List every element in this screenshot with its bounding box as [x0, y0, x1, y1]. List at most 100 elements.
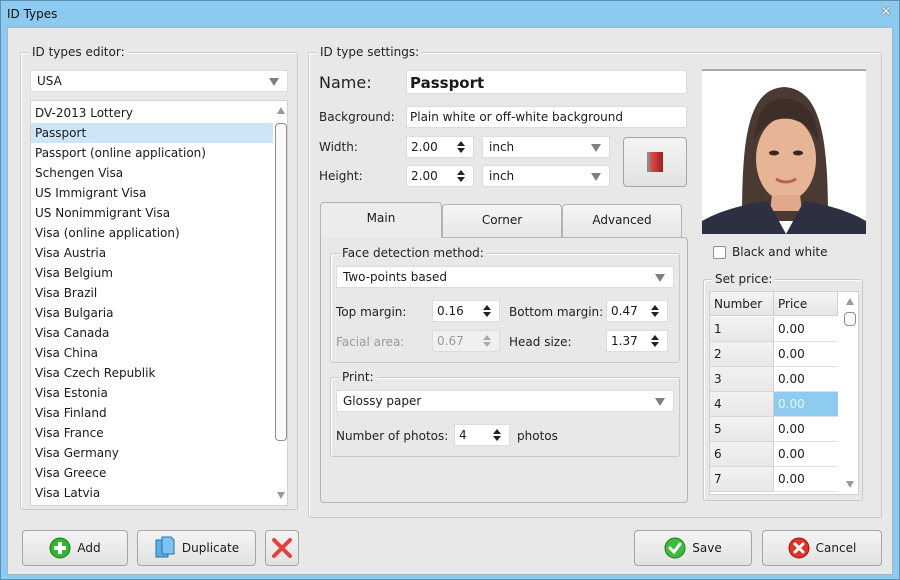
spin-down-icon[interactable] — [457, 148, 465, 153]
list-item[interactable]: Visa Latvia — [31, 483, 273, 503]
spin-up-icon[interactable] — [651, 305, 659, 310]
close-icon[interactable]: ✕ — [879, 5, 893, 19]
template-book-button[interactable] — [623, 137, 687, 187]
table-row[interactable]: 4 0.00 — [710, 392, 838, 417]
price-table-scrollbar[interactable] — [843, 292, 858, 494]
price-cell[interactable]: 0.00 — [774, 392, 838, 417]
list-item[interactable]: DV-2013 Lottery — [31, 103, 273, 123]
spin-up-icon[interactable] — [493, 429, 501, 434]
height-value: 2.00 — [411, 169, 438, 183]
spin-up-icon[interactable] — [457, 170, 465, 175]
list-item[interactable]: Visa Brazil — [31, 283, 273, 303]
id-types-list[interactable]: DV-2013 Lottery Passport Passport (online … — [30, 100, 288, 506]
face-detection-select[interactable]: Two-points based — [336, 266, 674, 288]
column-header-price[interactable]: Price — [774, 292, 838, 316]
price-cell[interactable]: 0.00 — [774, 417, 838, 442]
list-item[interactable]: Visa Austria — [31, 243, 273, 263]
width-unit-select[interactable]: inch — [482, 136, 610, 158]
row-number-cell[interactable]: 1 — [710, 317, 774, 342]
spin-up-icon[interactable] — [483, 305, 491, 310]
price-table[interactable]: Number Price 1 0.00 2 0.00 3 0.00 4 0.00 5 0.00 6 0… — [709, 291, 859, 495]
paper-select[interactable]: Glossy paper — [336, 390, 674, 412]
price-cell[interactable]: 0.00 — [774, 442, 838, 467]
list-item[interactable]: Visa Belgium — [31, 263, 273, 283]
list-item[interactable]: Visa (online application) — [31, 223, 273, 243]
spin-down-icon[interactable] — [457, 177, 465, 182]
delete-button[interactable] — [265, 530, 299, 566]
spin-up-icon[interactable] — [457, 141, 465, 146]
table-row[interactable]: 5 0.00 — [710, 417, 838, 442]
list-scrollbar[interactable] — [274, 101, 287, 505]
price-cell[interactable]: 0.00 — [774, 367, 838, 392]
row-number-cell[interactable]: 3 — [710, 367, 774, 392]
top-margin-spinbox[interactable]: 0.16 — [432, 300, 500, 322]
list-item[interactable]: Visa Germany — [31, 443, 273, 463]
list-item[interactable]: Visa China — [31, 343, 273, 363]
chevron-down-icon — [591, 144, 601, 152]
bottom-margin-label: Bottom margin: — [509, 305, 604, 319]
row-number-cell[interactable]: 7 — [710, 467, 774, 492]
spin-down-icon[interactable] — [493, 436, 501, 441]
save-button[interactable]: Save — [634, 530, 752, 566]
bottom-margin-spinbox[interactable]: 0.47 — [606, 300, 668, 322]
background-input[interactable]: Plain white or off-white background — [406, 106, 687, 128]
title-bar[interactable]: ID Types ✕ — [1, 1, 899, 27]
table-row[interactable]: 1 0.00 — [710, 317, 838, 342]
country-select-value: USA — [37, 74, 62, 88]
country-select[interactable]: USA — [30, 70, 288, 92]
spin-down-icon[interactable] — [651, 342, 659, 347]
black-and-white-label: Black and white — [732, 245, 828, 259]
list-item[interactable]: Visa France — [31, 423, 273, 443]
table-row[interactable]: 7 0.00 — [710, 467, 838, 492]
scroll-thumb[interactable] — [844, 312, 856, 326]
table-row[interactable]: 6 0.00 — [710, 442, 838, 467]
black-and-white-checkbox[interactable] — [713, 246, 726, 259]
price-cell[interactable]: 0.00 — [774, 317, 838, 342]
scroll-down-icon[interactable] — [846, 481, 854, 488]
table-row[interactable]: 2 0.00 — [710, 342, 838, 367]
tab-main-label: Main — [366, 211, 396, 225]
cancel-button[interactable]: Cancel — [762, 530, 882, 566]
width-spinbox[interactable]: 2.00 — [406, 136, 474, 158]
number-of-photos-value: 4 — [459, 428, 467, 442]
duplicate-button[interactable]: Duplicate — [137, 530, 256, 566]
height-spinbox[interactable]: 2.00 — [406, 165, 474, 187]
list-item[interactable]: Visa Finland — [31, 403, 273, 423]
list-item[interactable]: Visa Czech Republik — [31, 363, 273, 383]
scroll-up-icon[interactable] — [277, 107, 285, 114]
row-number-cell[interactable]: 6 — [710, 442, 774, 467]
spin-up-icon[interactable] — [651, 335, 659, 340]
tab-corner[interactable]: Corner — [442, 204, 562, 238]
list-item[interactable]: Passport — [31, 123, 273, 143]
name-input[interactable]: Passport — [406, 70, 687, 94]
tab-advanced[interactable]: Advanced — [562, 204, 682, 238]
add-button[interactable]: Add — [22, 530, 128, 566]
head-size-spinbox[interactable]: 1.37 — [606, 330, 668, 352]
id-types-window: ID Types ✕ ID types editor: USA DV-2013 … — [0, 0, 900, 580]
tab-main[interactable]: Main — [320, 202, 442, 238]
list-item[interactable]: Visa Estonia — [31, 383, 273, 403]
list-item[interactable]: Visa Bulgaria — [31, 303, 273, 323]
height-unit-select[interactable]: inch — [482, 165, 610, 187]
price-cell[interactable]: 0.00 — [774, 342, 838, 367]
scroll-up-icon[interactable] — [846, 298, 854, 305]
list-item[interactable]: Visa Canada — [31, 323, 273, 343]
list-item[interactable]: US Nonimmigrant Visa — [31, 203, 273, 223]
number-of-photos-spinbox[interactable]: 4 — [454, 424, 510, 446]
price-cell[interactable]: 0.00 — [774, 467, 838, 492]
spin-down-icon[interactable] — [483, 312, 491, 317]
column-header-number[interactable]: Number — [710, 292, 774, 316]
table-row[interactable]: 3 0.00 — [710, 367, 838, 392]
row-number-cell[interactable]: 5 — [710, 417, 774, 442]
spin-down-icon[interactable] — [651, 312, 659, 317]
scroll-down-icon[interactable] — [277, 492, 285, 499]
list-item[interactable]: Passport (online application) — [31, 143, 273, 163]
scroll-thumb[interactable] — [275, 123, 287, 441]
spin-down-icon — [483, 342, 491, 347]
row-number-cell[interactable]: 2 — [710, 342, 774, 367]
list-item[interactable]: Schengen Visa — [31, 163, 273, 183]
list-item[interactable]: US Immigrant Visa — [31, 183, 273, 203]
plus-icon — [49, 537, 71, 559]
list-item[interactable]: Visa Greece — [31, 463, 273, 483]
row-number-cell[interactable]: 4 — [710, 392, 774, 417]
